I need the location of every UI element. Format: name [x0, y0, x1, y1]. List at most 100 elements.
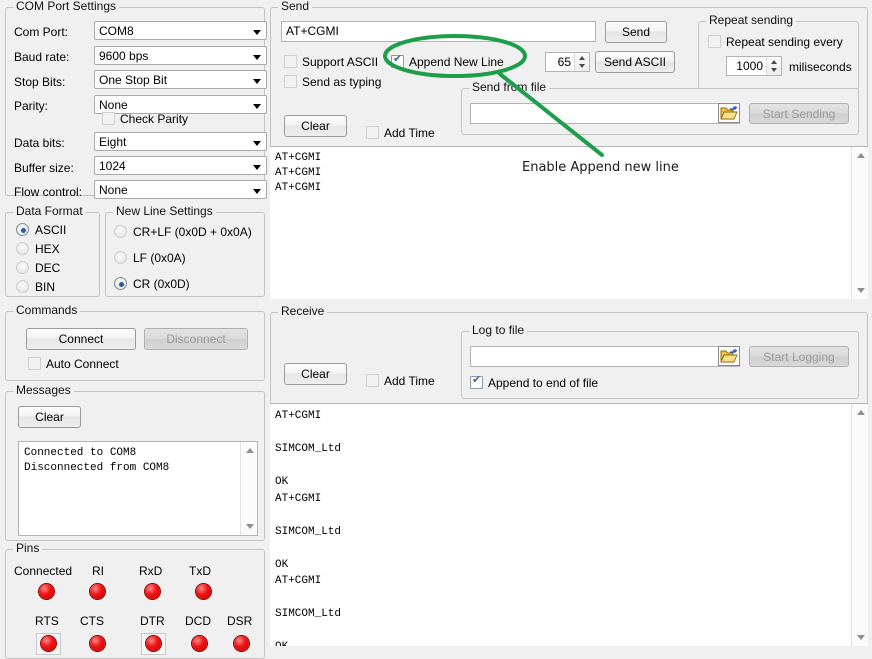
radio-dec-dot: [16, 261, 29, 274]
com-port-settings-title: COM Port Settings: [13, 0, 119, 12]
radio-dec[interactable]: DEC: [16, 261, 60, 275]
send-as-typing-checkbox[interactable]: Send as typing: [284, 75, 381, 89]
messages-group: Messages Clear Connected to COM8 Disconn…: [5, 391, 265, 541]
scroll-down-arrow-icon[interactable]: [852, 630, 868, 646]
radio-ascii-dot: [16, 223, 29, 236]
radio-cr-label: CR (0x0D): [133, 277, 190, 291]
send-button[interactable]: Send: [605, 21, 667, 43]
repeat-interval-spinner[interactable]: 1000: [726, 56, 782, 76]
repeat-sending-label: Repeat sending every: [726, 35, 843, 49]
append-new-line-checkbox[interactable]: Append New Line: [391, 55, 504, 69]
spinner-down-arrow-icon[interactable]: [767, 66, 781, 75]
radio-crlf-dot: [114, 225, 127, 238]
scroll-up-arrow-icon[interactable]: [852, 147, 868, 163]
append-to-end-checkbox[interactable]: Append to end of file: [470, 376, 598, 390]
spinner-down-arrow-icon[interactable]: [575, 62, 589, 71]
scroll-down-arrow-icon[interactable]: [852, 283, 868, 299]
flow-control-label: Flow control:: [14, 185, 82, 199]
pin-label-dtr: DTR: [140, 614, 165, 628]
baud-rate-combo[interactable]: 9600 bps: [94, 46, 267, 65]
start-sending-button[interactable]: Start Sending: [749, 103, 849, 124]
spinner-up-arrow-icon[interactable]: [575, 53, 589, 62]
log-to-file-group: Log to file Start Logging Append to end …: [461, 331, 859, 399]
messages-log-text: Connected to COM8 Disconnected from COM8: [24, 446, 237, 476]
pin-label-ri: RI: [92, 564, 104, 578]
com-port-combo[interactable]: COM8: [94, 21, 267, 40]
flow-control-combo[interactable]: None: [94, 180, 267, 199]
append-to-end-label: Append to end of file: [488, 376, 598, 390]
send-file-browse-button[interactable]: [718, 103, 740, 123]
com-port-label: Com Port:: [14, 25, 68, 39]
messages-log[interactable]: Connected to COM8 Disconnected from COM8: [18, 441, 258, 536]
receive-add-time-box: [366, 374, 379, 387]
data-bits-combo[interactable]: Eight: [94, 132, 267, 151]
radio-ascii[interactable]: ASCII: [16, 223, 66, 237]
radio-bin[interactable]: BIN: [16, 280, 55, 294]
repeat-interval-value: 1000: [727, 59, 765, 73]
check-parity-checkbox[interactable]: Check Parity: [102, 112, 188, 126]
repeat-sending-checkbox[interactable]: Repeat sending every: [708, 35, 843, 49]
auto-connect-checkbox[interactable]: Auto Connect: [28, 357, 119, 371]
send-add-time-box: [366, 126, 379, 139]
radio-dec-label: DEC: [35, 261, 60, 275]
ascii-code-value: 65: [546, 55, 573, 69]
ascii-code-arrows[interactable]: [574, 53, 589, 71]
support-ascii-checkbox[interactable]: Support ASCII: [284, 55, 378, 69]
repeat-sending-box: [708, 35, 721, 48]
start-logging-button[interactable]: Start Logging: [749, 346, 849, 367]
scroll-up-arrow-icon[interactable]: [852, 404, 868, 420]
receive-title: Receive: [278, 305, 327, 317]
radio-lf[interactable]: LF (0x0A): [114, 251, 186, 265]
spinner-up-arrow-icon[interactable]: [767, 57, 781, 66]
log-file-browse-button[interactable]: [718, 346, 740, 366]
repeat-sending-title: Repeat sending: [706, 14, 796, 26]
receive-log-scrollbar[interactable]: [851, 404, 868, 646]
receive-log[interactable]: AT+CGMI SIMCOM_Ltd OK AT+CGMI SIMCOM_Ltd…: [270, 403, 868, 646]
open-folder-icon: [719, 347, 739, 365]
send-ascii-button[interactable]: Send ASCII: [595, 51, 675, 73]
messages-scrollbar[interactable]: [240, 442, 257, 535]
stop-bits-combo[interactable]: One Stop Bit: [94, 70, 267, 89]
baud-rate-label: Baud rate:: [14, 50, 69, 64]
send-log-scrollbar[interactable]: [851, 147, 868, 299]
pin-label-dcd: DCD: [185, 614, 211, 628]
radio-bin-dot: [16, 280, 29, 293]
append-new-line-label: Append New Line: [409, 55, 504, 69]
receive-add-time-checkbox[interactable]: Add Time: [366, 374, 435, 388]
send-from-file-title: Send from file: [469, 81, 549, 93]
receive-add-time-label: Add Time: [384, 374, 435, 388]
radio-crlf-label: CR+LF (0x0D + 0x0A): [133, 225, 252, 239]
send-as-typing-box: [284, 75, 297, 88]
send-add-time-label: Add Time: [384, 126, 435, 140]
pin-led-txd: [196, 584, 211, 599]
log-file-path-input[interactable]: [470, 346, 740, 367]
pin-label-rts: RTS: [35, 614, 59, 628]
new-line-settings-title: New Line Settings: [113, 205, 216, 217]
scroll-up-arrow-icon[interactable]: [241, 442, 257, 458]
pin-led-connected: [39, 584, 54, 599]
parity-label: Parity:: [14, 99, 48, 113]
disconnect-button[interactable]: Disconnect: [144, 328, 248, 350]
radio-hex-dot: [16, 242, 29, 255]
send-title: Send: [278, 0, 312, 12]
buffer-size-combo[interactable]: 1024: [94, 156, 267, 175]
pin-label-connected: Connected: [14, 564, 72, 578]
repeat-interval-arrows[interactable]: [766, 57, 781, 75]
radio-crlf[interactable]: CR+LF (0x0D + 0x0A): [114, 225, 252, 239]
connect-button[interactable]: Connect: [26, 328, 136, 350]
receive-clear-button[interactable]: Clear: [284, 363, 347, 385]
ascii-code-spinner[interactable]: 65: [545, 52, 590, 72]
send-input[interactable]: AT+CGMI: [281, 21, 596, 42]
messages-clear-button[interactable]: Clear: [18, 406, 81, 428]
commands-group: Commands Connect Disconnect Auto Connect: [5, 311, 265, 381]
scroll-down-arrow-icon[interactable]: [241, 519, 257, 535]
messages-title: Messages: [13, 384, 74, 396]
radio-cr[interactable]: CR (0x0D): [114, 277, 190, 291]
send-clear-button[interactable]: Clear: [284, 115, 347, 137]
send-add-time-checkbox[interactable]: Add Time: [366, 126, 435, 140]
buffer-size-label: Buffer size:: [14, 161, 74, 175]
send-file-path-input[interactable]: [470, 103, 740, 124]
radio-hex[interactable]: HEX: [16, 242, 60, 256]
com-port-settings-group: COM Port Settings Com Port: COM8 Baud ra…: [5, 7, 265, 196]
pin-led-dtr: [146, 636, 161, 651]
